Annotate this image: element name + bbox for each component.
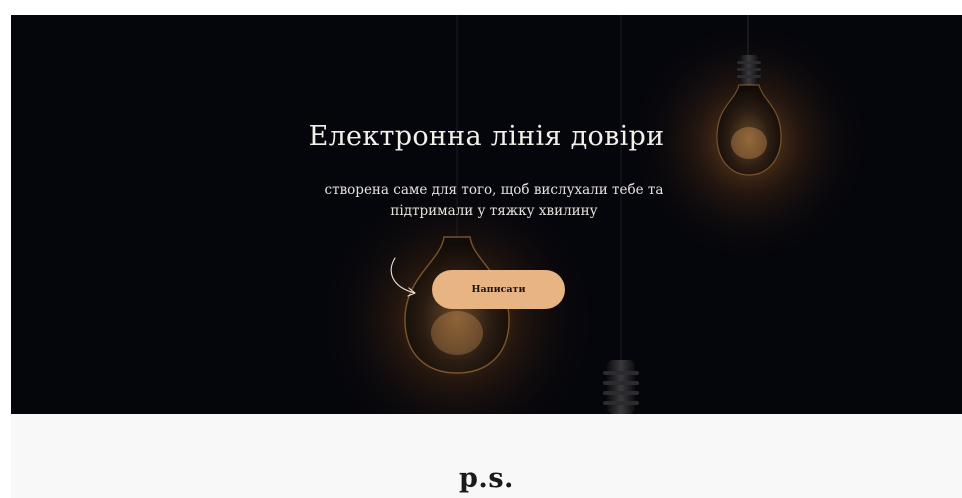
hero-section: Електронна лінія довіри створена саме дл… <box>11 15 962 414</box>
hero-title: Електронна лінія довіри <box>308 121 665 152</box>
ps-section: p.s. <box>11 414 962 498</box>
bottom-bulb-socket <box>603 360 639 414</box>
write-button[interactable]: Написати <box>432 270 565 309</box>
hero-subtitle: створена саме для того, щоб вислухали те… <box>324 182 664 219</box>
curved-arrow-icon <box>390 257 416 297</box>
ps-heading: p.s. <box>459 463 514 494</box>
page: Електронна лінія довіри створена саме дл… <box>0 0 962 498</box>
